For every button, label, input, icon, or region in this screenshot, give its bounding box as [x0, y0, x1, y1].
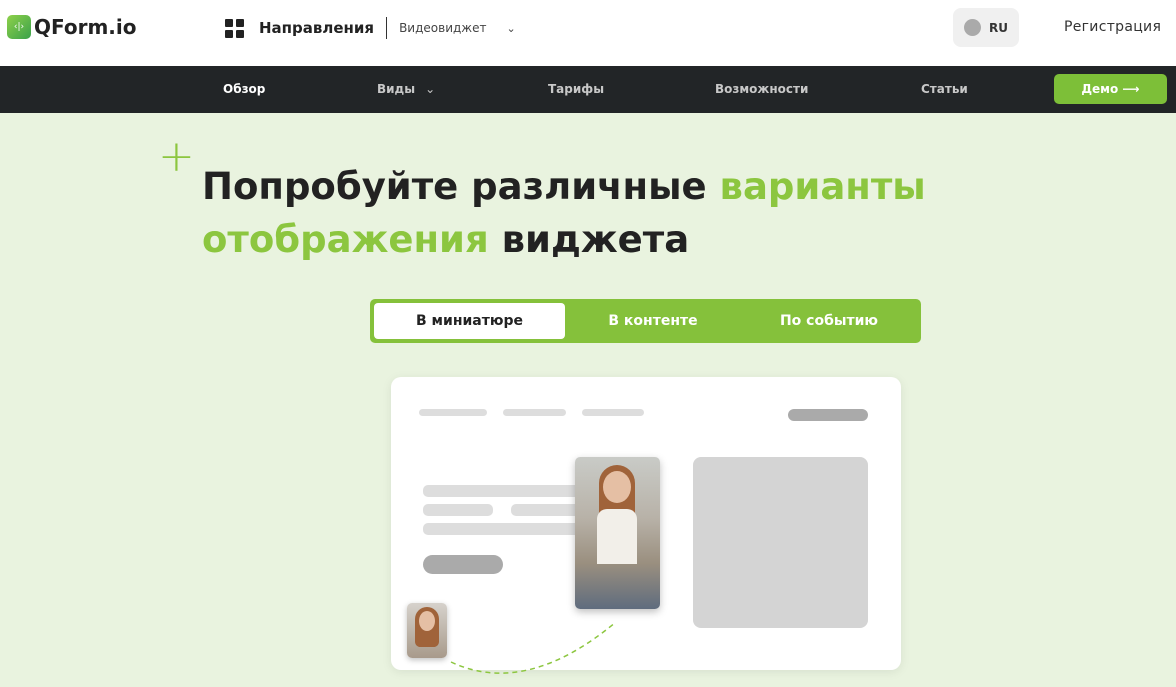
register-link[interactable]: Регистрация	[1064, 19, 1161, 35]
tab-in-content[interactable]: В контенте	[565, 303, 741, 339]
nav-types-label: Виды	[377, 82, 416, 96]
chevron-down-icon: ⌄	[425, 82, 436, 96]
widget-preview	[391, 377, 901, 674]
placeholder-line	[423, 523, 583, 535]
grid-icon	[225, 18, 244, 38]
divider	[386, 17, 388, 39]
logo[interactable]: ‹|› QForm.io	[7, 15, 137, 39]
placeholder-line	[503, 409, 566, 416]
placeholder-line	[511, 504, 581, 516]
dashed-arrow-icon	[450, 621, 617, 674]
placeholder-button	[423, 555, 503, 574]
main-nav: Обзор Виды ⌄ Тарифы Возможности Статьи Де…	[0, 66, 1176, 113]
placeholder-line	[582, 409, 644, 416]
nav-pricing[interactable]: Тарифы	[548, 82, 604, 96]
demo-button[interactable]: Демо ⟶	[1054, 74, 1167, 104]
globe-icon	[964, 19, 981, 36]
tab-miniature[interactable]: В миниатюре	[374, 303, 565, 339]
nav-features[interactable]: Возможности	[715, 82, 808, 96]
plus-decoration-icon: +	[158, 131, 195, 182]
placeholder-line	[423, 485, 583, 497]
product-label: Видеовиджет	[399, 21, 487, 35]
display-mode-tabs: В миниатюре В контенте По событию	[370, 299, 921, 343]
placeholder-line	[423, 504, 493, 516]
nav-articles[interactable]: Статьи	[921, 82, 968, 96]
nav-overview[interactable]: Обзор	[223, 82, 265, 96]
directions-menu[interactable]: Направления Видеовиджет ⌄	[225, 16, 516, 40]
top-header: ‹|› QForm.io Направления Видеовиджет ⌄ RU…	[0, 0, 1176, 66]
logo-text: QForm.io	[34, 15, 137, 39]
video-widget-thumbnail[interactable]	[407, 603, 447, 658]
placeholder-line	[419, 409, 487, 416]
language-button[interactable]: RU	[953, 8, 1019, 47]
nav-types[interactable]: Виды ⌄	[377, 82, 435, 96]
placeholder-image	[693, 457, 868, 628]
tab-on-event[interactable]: По событию	[741, 303, 917, 339]
chevron-down-icon: ⌄	[506, 21, 516, 35]
directions-label: Направления	[259, 19, 375, 37]
page-title: Попробуйте различные варианты отображения…	[202, 165, 926, 261]
language-label: RU	[989, 20, 1008, 35]
placeholder-button	[788, 409, 868, 421]
video-widget-expanded[interactable]	[575, 457, 660, 609]
logo-icon: ‹|›	[7, 15, 31, 39]
